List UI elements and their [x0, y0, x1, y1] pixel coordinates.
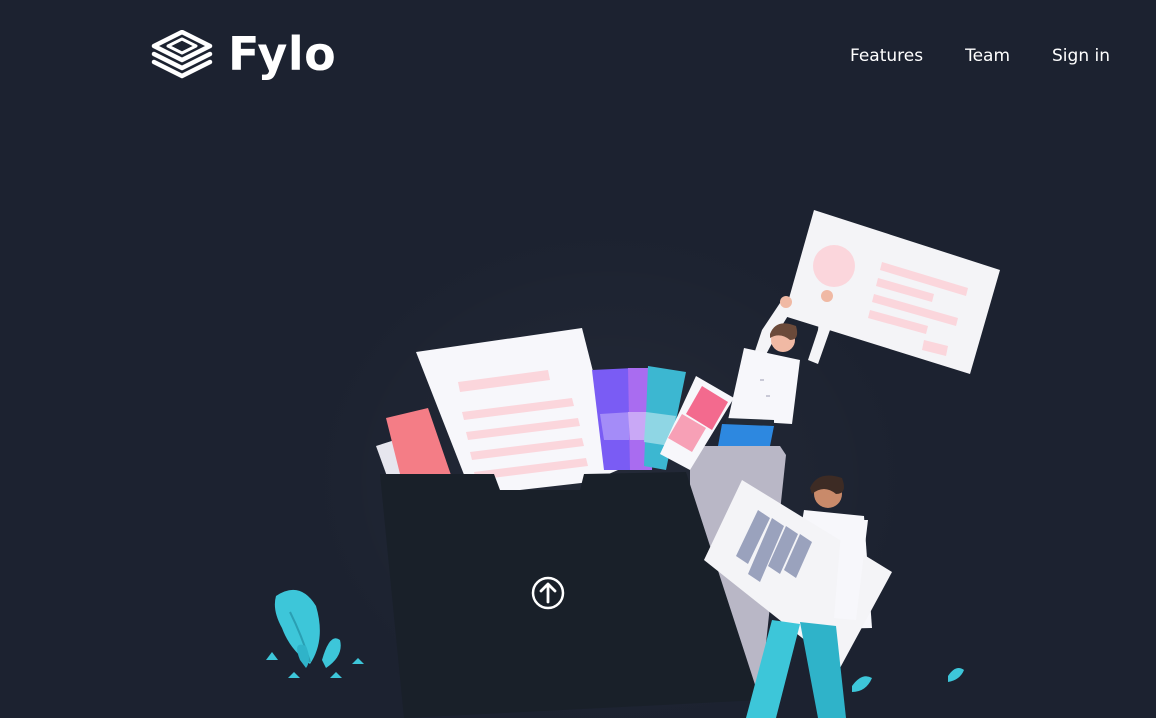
- person-holding-card: [718, 210, 1000, 446]
- hero-illustration: [266, 210, 1000, 718]
- landing-page: Fylo Features Team Sign in: [0, 0, 1156, 718]
- plant-decoration: [266, 589, 364, 678]
- leaf-decoration: [852, 668, 964, 692]
- folder-papers: [376, 328, 734, 490]
